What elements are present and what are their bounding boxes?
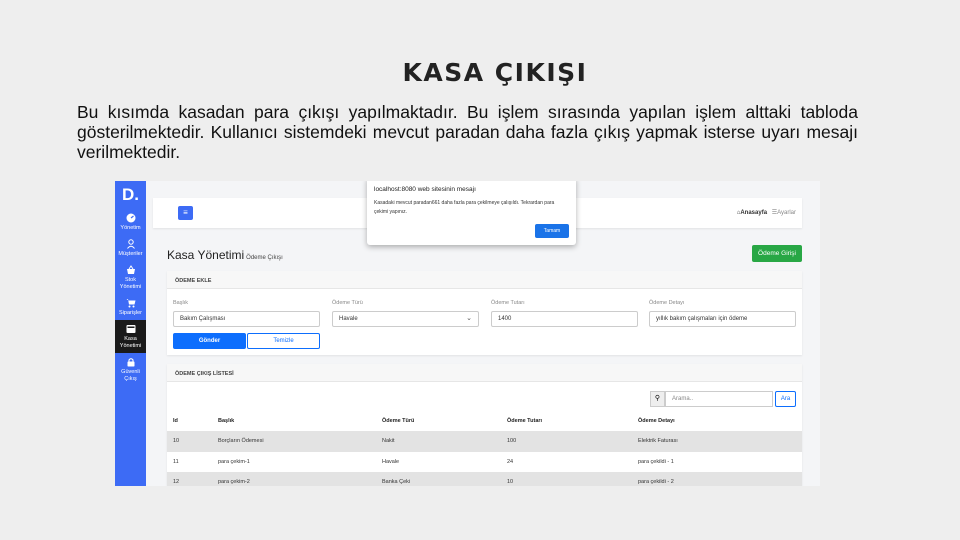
sidebar-item-label: Stok Yönetimi [119, 277, 142, 290]
table-cell: 12 [167, 472, 212, 486]
settings-link[interactable]: ☰Ayarlar [772, 210, 796, 216]
sidebar-item-stok[interactable]: Stok Yönetimi [115, 261, 146, 294]
table-row[interactable]: 11 para çekim-1 Havale 24 para çekildi -… [167, 452, 802, 473]
cart-icon [126, 299, 135, 308]
payment-type-select[interactable]: Havale ⌄ [332, 311, 479, 327]
payment-list-card: ÖDEME ÇIKIŞ LİSTESİ ⚲ Arama.. Ara Id Baş… [167, 364, 802, 486]
column-header: Ödeme Türü [382, 418, 415, 424]
app-logo[interactable]: D. [115, 181, 146, 209]
title-field[interactable]: Bakım Çalışması [173, 311, 320, 327]
column-header: Başlık [218, 418, 235, 424]
table-cell: Elektrik Faturası [632, 431, 802, 452]
hamburger-icon: ≡ [183, 208, 188, 217]
table-cell: para çekim-1 [218, 458, 250, 465]
table-cell: Borçların Ödemesi [212, 431, 376, 452]
table-cell: Havale [382, 458, 400, 465]
dashboard-icon [126, 213, 135, 223]
table-cell: 10 [167, 431, 212, 452]
table-cell: 11 [173, 458, 179, 465]
sidebar-item-label: Siparişler [119, 310, 142, 316]
column-header: Ödeme Tutarı [507, 418, 543, 424]
sidebar-item-guvenli-cikis[interactable]: Güvenli Çıkış [115, 353, 146, 386]
payment-type-value: Havale [339, 316, 358, 322]
lock-icon [127, 358, 134, 367]
type-label: Ödeme Türü [332, 300, 363, 306]
slide-title: KASA ÇIKIŞI [402, 58, 588, 87]
sidebar-item-label: Güvenli Çıkış [121, 369, 140, 382]
card-header: ÖDEME ÇIKIŞ LİSTESİ [167, 364, 802, 382]
sidebar-item-label: Yönetim [120, 225, 141, 231]
page-subtitle: Ödeme Çıkışı [246, 255, 283, 261]
page-title-text: Kasa Yönetimi [167, 248, 245, 262]
chevron-down-icon: ⌄ [466, 315, 472, 322]
detail-field[interactable]: yıllık bakım çalışmaları için ödeme [649, 311, 796, 327]
table-row[interactable]: 10 Borçların Ödemesi Nakit 100 Elektrik … [167, 431, 802, 452]
amount-label: Ödeme Tutarı [491, 300, 525, 306]
home-link[interactable]: Anasayfa [740, 210, 767, 216]
title-label: Başlık [173, 300, 188, 306]
column-header: Id [173, 418, 178, 424]
dialog-ok-button[interactable]: Tamam [535, 224, 569, 238]
alert-dialog: localhost:8080 web sitesinin mesajı Kasa… [367, 181, 576, 245]
payment-add-card: ÖDEME EKLE Başlık Bakım Çalışması Ödeme … [167, 271, 802, 355]
sidebar-item-kasa[interactable]: Kasa Yönetimi [115, 320, 146, 353]
table-cell: 100 [501, 431, 632, 452]
payment-entry-button[interactable]: Ödeme Girişi [752, 245, 802, 262]
column-header: Ödeme Detayı [638, 418, 675, 424]
table-cell: Nakit [376, 431, 501, 452]
payment-table: Id Başlık Ödeme Türü Ödeme Tutarı Ödeme … [167, 411, 802, 486]
submit-button[interactable]: Gönder [173, 333, 246, 349]
sidebar-item-label: Kasa Yönetimi [119, 336, 142, 349]
settings-label: Ayarlar [777, 210, 796, 216]
user-icon [126, 239, 135, 249]
table-cell: 24 [507, 458, 514, 465]
table-header-row: Id Başlık Ödeme Türü Ödeme Tutarı Ödeme … [167, 411, 802, 431]
sidebar-item-musteriler[interactable]: Müşteriler [115, 235, 146, 261]
search-button[interactable]: Ara [775, 391, 796, 407]
search-input[interactable]: Arama.. [665, 391, 773, 407]
table-cell: para çekildi - 1 [638, 458, 674, 465]
dialog-message: Kasadaki mevcut paradan661 daha fazla pa… [374, 200, 555, 215]
card-header: ÖDEME EKLE [167, 271, 802, 289]
search-icon: ⚲ [650, 391, 665, 407]
top-links: ⌂Anasayfa ☰Ayarlar [737, 209, 796, 216]
sidebar-item-label: Müşteriler [118, 251, 143, 257]
table-row[interactable]: 12 para çekim-2 Banka Çeki 10 para çekil… [167, 472, 802, 486]
amount-field[interactable]: 1400 [491, 311, 638, 327]
sidebar-item-yonetim[interactable]: Yönetim [115, 209, 146, 235]
basket-icon [126, 265, 135, 274]
table-cell: Banka Çeki [376, 472, 501, 486]
menu-toggle-button[interactable]: ≡ [178, 206, 193, 220]
sidebar: D. Yönetim Müşteriler Stok Yönetimi Sipa… [115, 181, 146, 486]
slide-description: Bu kısımda kasadan para çıkışı yapılmakt… [77, 102, 858, 162]
page-title: Kasa Yönetimi Ödeme Çıkışı [167, 248, 283, 262]
detail-label: Ödeme Detayı [649, 300, 685, 306]
app-screenshot: D. Yönetim Müşteriler Stok Yönetimi Sipa… [115, 181, 820, 486]
sidebar-item-siparisler[interactable]: Siparişler [115, 294, 146, 320]
cash-register-icon [126, 325, 135, 333]
dialog-title: localhost:8080 web sitesinin mesajı [374, 186, 476, 193]
table-cell: para çekildi - 2 [632, 472, 802, 486]
table-cell: para çekim-2 [212, 472, 376, 486]
table-cell: 10 [501, 472, 632, 486]
clear-button[interactable]: Temizle [247, 333, 320, 349]
